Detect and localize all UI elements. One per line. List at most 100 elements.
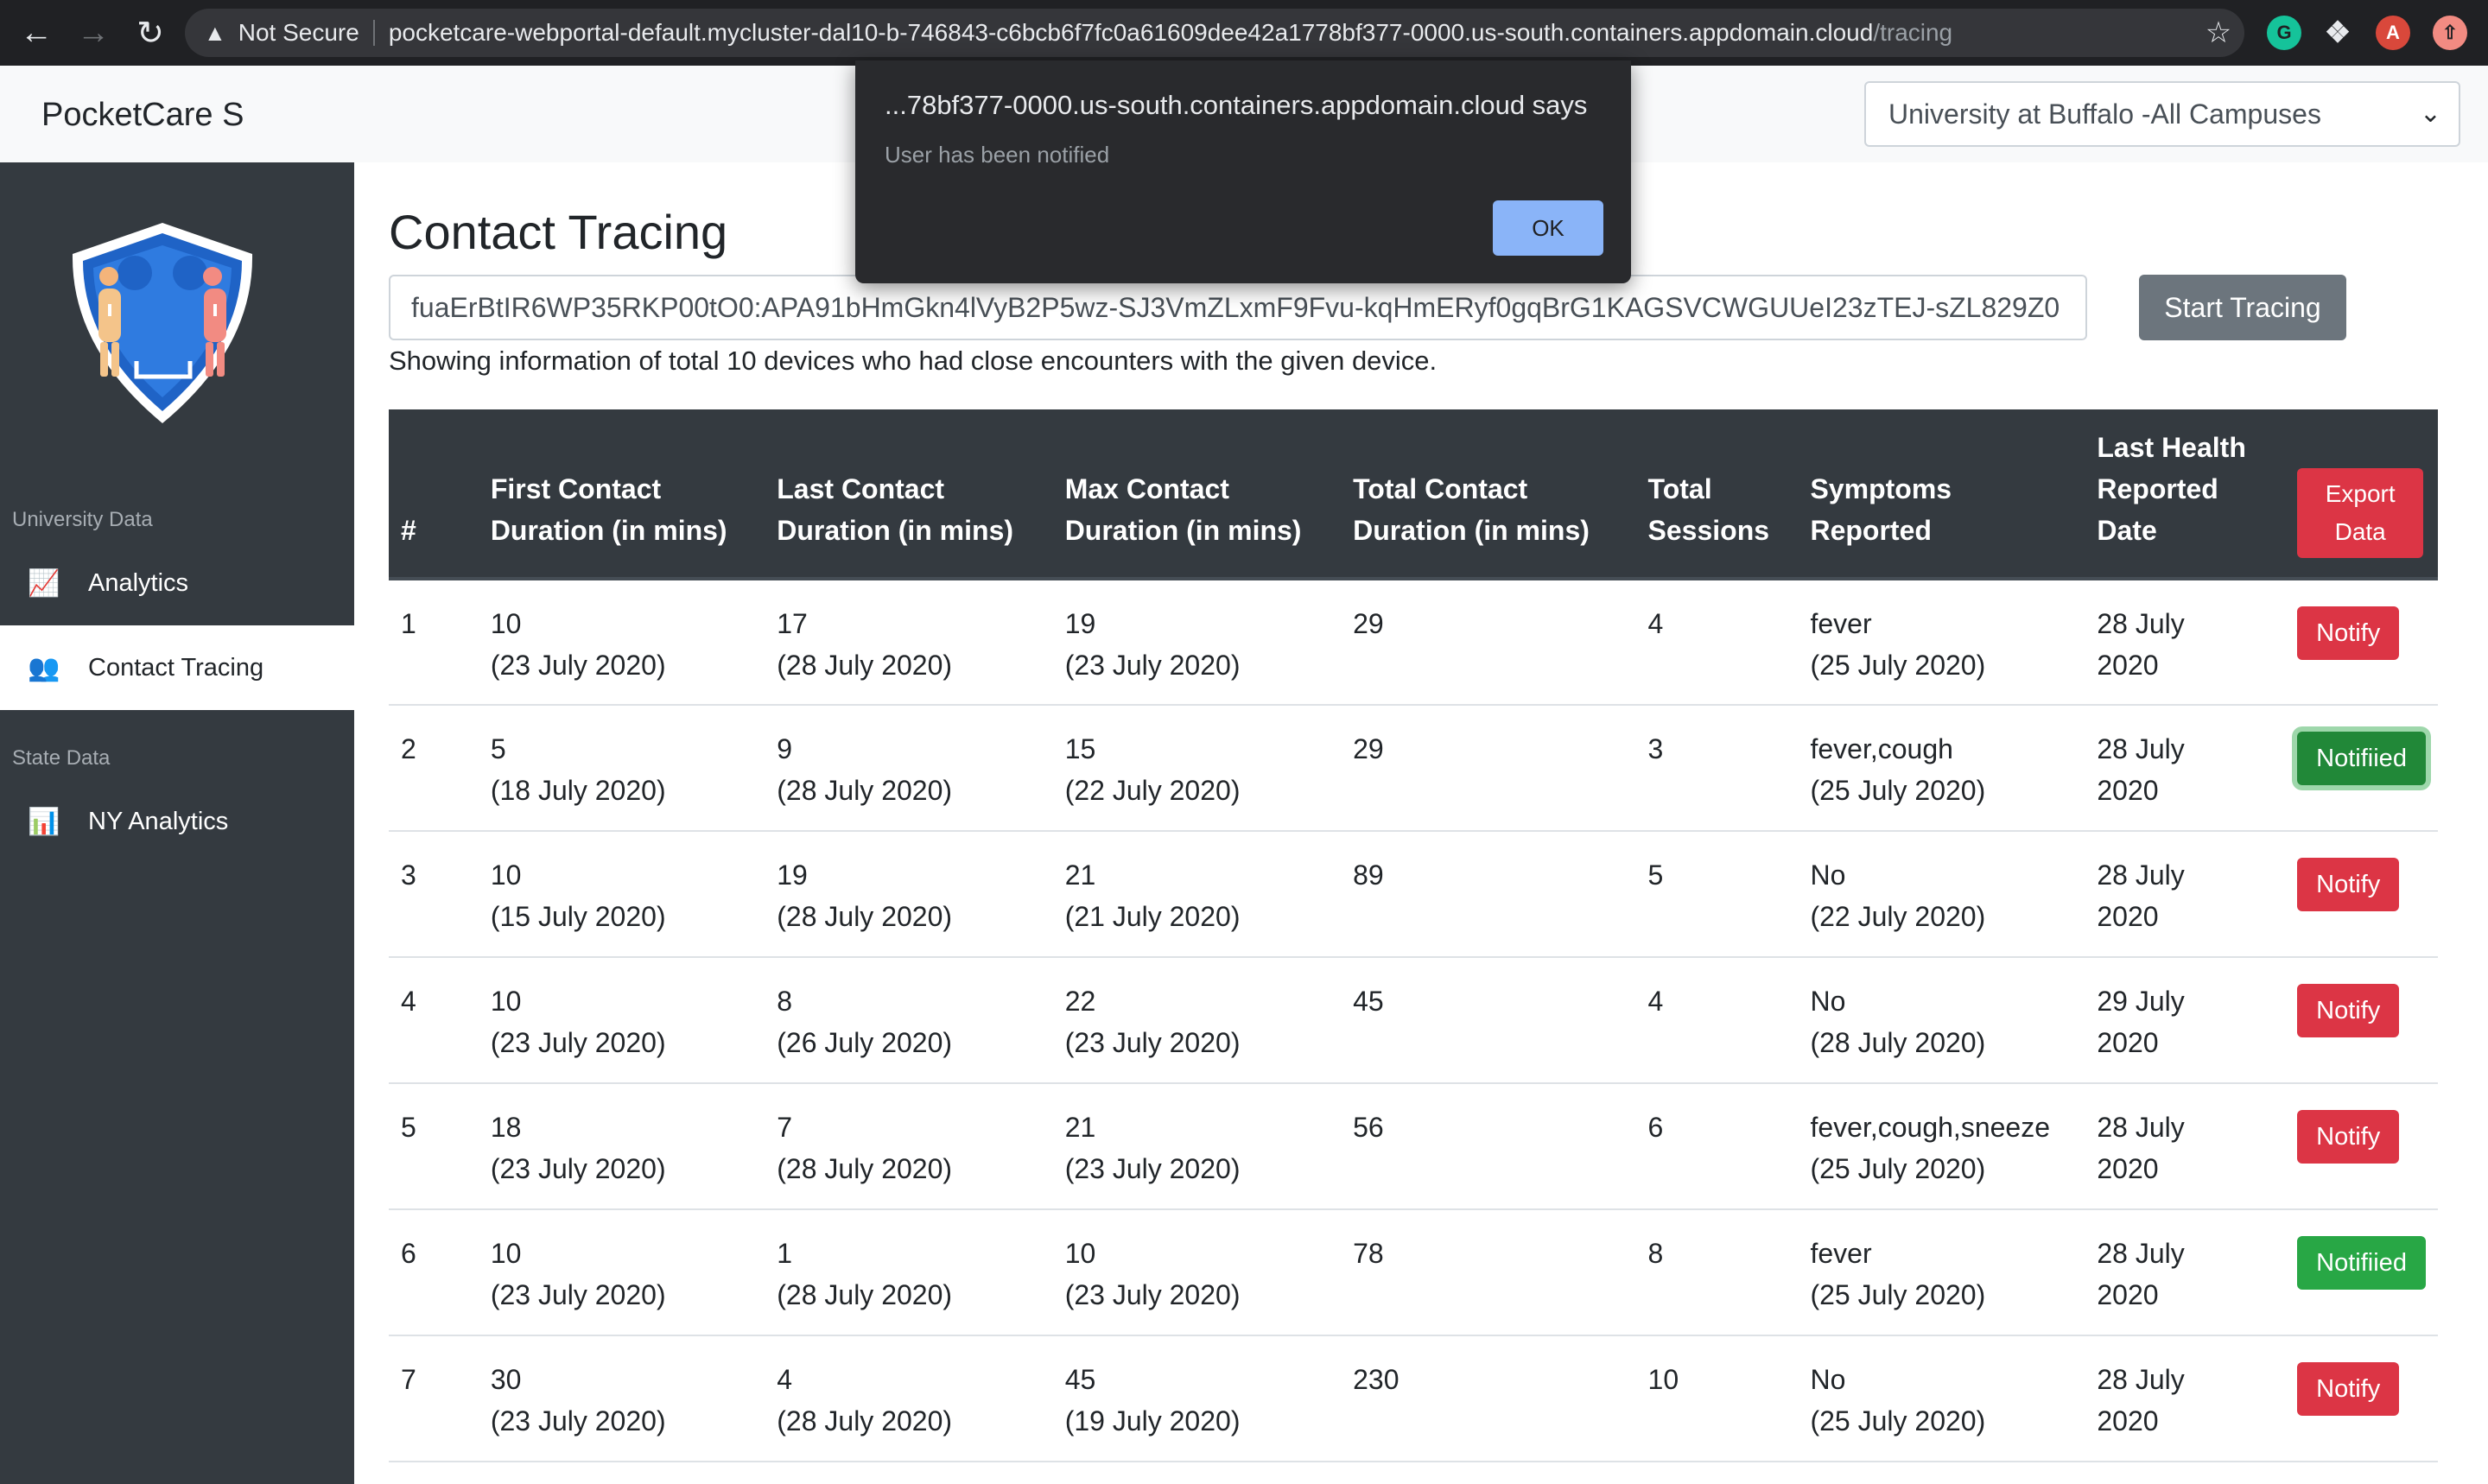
cell-date: (23 July 2020): [490, 1027, 666, 1058]
table-row: 2 5 (18 July 2020) 9 (28 July 2020) 15 (22 Jul…: [389, 705, 2438, 832]
cell-date: (23 July 2020): [1064, 1027, 1241, 1058]
forward-icon[interactable]: →: [69, 9, 117, 57]
cell-value: fever: [1810, 1238, 1872, 1269]
cell-action: Notify: [2285, 957, 2438, 1084]
header-line: Sessions: [1647, 515, 1770, 546]
cell-value: 15: [1064, 733, 1096, 764]
cell-first-contact: 10 (23 July 2020): [478, 957, 765, 1084]
bookmark-star-icon[interactable]: ☆: [2194, 9, 2243, 57]
alert-dialog: ...78bf377-0000.us-south.containers.appd…: [855, 60, 1631, 283]
cell-total-contact: 78: [1341, 1209, 1636, 1336]
back-icon[interactable]: ←: [12, 9, 60, 57]
cell-value: 30: [490, 1364, 522, 1395]
cell-value: 10: [1064, 1238, 1096, 1269]
state-data-heading: State Data: [12, 746, 111, 770]
users-icon: 👥: [28, 653, 60, 682]
cell-max-contact: 15 (22 July 2020): [1052, 705, 1342, 832]
profile-avatar[interactable]: A: [2376, 16, 2410, 50]
cell-total-contact: 56: [1341, 1083, 1636, 1210]
cell-value: 1: [777, 1238, 793, 1269]
cell-value: 29 July: [2097, 986, 2185, 1017]
cell-sessions: 8: [1635, 1209, 1799, 1336]
table-row: 6 10 (23 July 2020) 1 (28 July 2020) 10 (23 Ju…: [389, 1209, 2438, 1336]
brand-title[interactable]: PocketCare S: [41, 97, 244, 134]
cell-total-contact: 89: [1341, 831, 1636, 958]
cell-index: 4: [389, 957, 479, 1084]
cell-value: 2020: [2097, 1405, 2159, 1436]
cell-date: (25 July 2020): [1810, 650, 1986, 681]
results-summary: Showing information of total 10 devices …: [389, 346, 1438, 376]
cell-value: 2020: [2097, 1279, 2159, 1310]
campus-select[interactable]: University at Buffalo -All Campuses ⌄: [1864, 81, 2460, 147]
line-chart-icon: 📈: [28, 568, 60, 598]
alert-title: ...78bf377-0000.us-south.containers.appd…: [885, 90, 1588, 120]
cell-total-contact: 230: [1341, 1335, 1636, 1462]
export-data-button[interactable]: Export Data: [2297, 468, 2424, 558]
cell-action: Notify: [2285, 579, 2438, 706]
sidebar-item-contact-tracing[interactable]: 👥 Contact Tracing: [0, 625, 354, 710]
notify-button[interactable]: Notify: [2297, 984, 2400, 1037]
cell-date: (25 July 2020): [1810, 1153, 1986, 1184]
cell-symptoms: fever,cough (25 July 2020): [1798, 705, 2085, 832]
notify-button[interactable]: Notify: [2297, 1110, 2400, 1164]
device-id-input[interactable]: fuaErBtIR6WP35RKP00tO0:APA91bHmGkn4lVyB2…: [389, 275, 2087, 340]
cell-index: 2: [389, 705, 479, 832]
cell-date: (28 July 2020): [777, 1405, 953, 1436]
cell-index: 7: [389, 1335, 479, 1462]
start-tracing-button[interactable]: Start Tracing: [2139, 275, 2346, 340]
cell-date: (19 July 2020): [1064, 1405, 1241, 1436]
header-line: Reported: [1810, 515, 1932, 546]
update-icon[interactable]: ⇧: [2433, 16, 2467, 50]
cell-date: (23 July 2020): [1064, 650, 1241, 681]
cell-value: fever: [1810, 608, 1872, 639]
cell-last-contact: 1 (28 July 2020): [765, 1209, 1053, 1336]
cell-date: (28 July 2020): [777, 775, 953, 806]
warning-icon: ▲: [204, 19, 226, 46]
cell-date: (25 July 2020): [1810, 775, 1986, 806]
notify-button[interactable]: Notify: [2297, 606, 2400, 660]
cell-max-contact: 22 (23 July 2020): [1052, 957, 1342, 1084]
cell-sessions: 4: [1635, 579, 1799, 706]
cell-max-contact: 45 (19 July 2020): [1052, 1335, 1342, 1462]
notify-button[interactable]: Notify: [2297, 1362, 2400, 1416]
header-line: Last Contact: [777, 473, 945, 504]
cell-date: (28 July 2020): [777, 1153, 953, 1184]
alert-ok-button[interactable]: OK: [1493, 200, 1603, 256]
sidebar-item-analytics[interactable]: 📈 Analytics: [0, 541, 354, 625]
address-bar[interactable]: ▲ Not Secure pocketcare-webportal-defaul…: [185, 9, 2244, 57]
reload-icon[interactable]: ↻: [126, 9, 175, 57]
header-line: Total: [1647, 473, 1712, 504]
header-line: Last Health: [2097, 432, 2246, 463]
cell-value: fever,cough: [1810, 733, 1953, 764]
cell-value: 10: [490, 859, 522, 891]
notify-button[interactable]: Notify: [2297, 858, 2400, 911]
cell-symptoms: No (28 July 2020): [1798, 957, 2085, 1084]
table-row: 1 10 (23 July 2020) 17 (28 July 2020) 19 (23 J…: [389, 579, 2438, 706]
header-line: Duration (in mins): [1064, 515, 1302, 546]
cell-value: 45: [1064, 1364, 1096, 1395]
table-row: 3 10 (15 July 2020) 19 (28 July 2020) 21 (21 J…: [389, 831, 2438, 958]
cell-value: 10: [490, 608, 522, 639]
table-row: 7 30 (23 July 2020) 4 (28 July 2020) 45 (19 Ju…: [389, 1335, 2438, 1462]
security-label[interactable]: Not Secure: [238, 19, 359, 47]
cell-index: 3: [389, 831, 479, 958]
alert-message: User has been notified: [885, 142, 1110, 168]
chevron-down-icon: ⌄: [2419, 99, 2441, 128]
notified-button[interactable]: Notifiied: [2297, 732, 2426, 785]
cell-first-contact: 10 (23 July 2020): [478, 579, 765, 706]
cell-total-contact: 29: [1341, 705, 1636, 832]
cell-date: (28 July 2020): [777, 1279, 953, 1310]
cell-action: Notifiied: [2285, 1209, 2438, 1336]
extensions-puzzle-icon[interactable]: ❖: [2320, 16, 2355, 50]
sidebar-item-ny-analytics[interactable]: 📊 NY Analytics: [0, 779, 354, 864]
cell-value: No: [1810, 1364, 1846, 1395]
export-label-line: Data: [2334, 518, 2386, 545]
cell-max-contact: 21 (21 July 2020): [1052, 831, 1342, 958]
grammarly-extension-icon[interactable]: G: [2267, 16, 2301, 50]
cell-last-health: 29 July 2020: [2085, 957, 2286, 1084]
cell-symptoms: fever (25 July 2020): [1798, 1209, 2085, 1336]
cell-value: 21: [1064, 1112, 1096, 1143]
cell-value: No: [1810, 986, 1846, 1017]
cell-value: 19: [777, 859, 808, 891]
notified-button[interactable]: Notifiied: [2297, 1236, 2426, 1290]
